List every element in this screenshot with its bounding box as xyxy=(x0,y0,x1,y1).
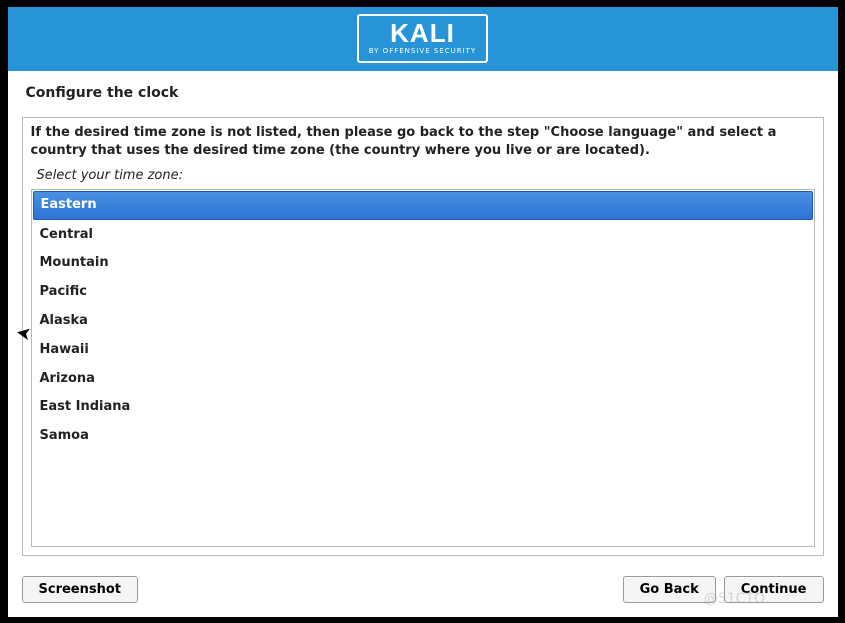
timezone-option[interactable]: Eastern xyxy=(33,191,813,220)
installer-window: KALI BY OFFENSIVE SECURITY Configure the… xyxy=(8,7,838,617)
prompt-label: Select your time zone: xyxy=(31,168,815,183)
screenshot-button[interactable]: Screenshot xyxy=(22,576,139,603)
timezone-option[interactable]: Arizona xyxy=(32,365,814,394)
timezone-option[interactable]: East Indiana xyxy=(32,393,814,422)
footer: Screenshot Go Back Continue xyxy=(8,566,838,617)
timezone-option[interactable]: Central xyxy=(32,221,814,250)
kali-logo: KALI BY OFFENSIVE SECURITY xyxy=(357,14,488,63)
go-back-button[interactable]: Go Back xyxy=(623,576,716,603)
timezone-option[interactable]: Samoa xyxy=(32,422,814,451)
timezone-listbox[interactable]: EasternCentralMountainPacificAlaskaHawai… xyxy=(31,189,815,547)
content-area: Configure the clock If the desired time … xyxy=(8,71,838,566)
instructions-text: If the desired time zone is not listed, … xyxy=(31,124,815,160)
logo-subtitle: BY OFFENSIVE SECURITY xyxy=(369,48,476,55)
header: KALI BY OFFENSIVE SECURITY xyxy=(8,7,838,71)
logo-text: KALI xyxy=(390,20,455,46)
continue-button[interactable]: Continue xyxy=(724,576,824,603)
timezone-option[interactable]: Mountain xyxy=(32,249,814,278)
timezone-option[interactable]: Hawaii xyxy=(32,336,814,365)
page-title: Configure the clock xyxy=(22,85,824,101)
timezone-option[interactable]: Pacific xyxy=(32,278,814,307)
main-panel: If the desired time zone is not listed, … xyxy=(22,117,824,556)
timezone-option[interactable]: Alaska xyxy=(32,307,814,336)
